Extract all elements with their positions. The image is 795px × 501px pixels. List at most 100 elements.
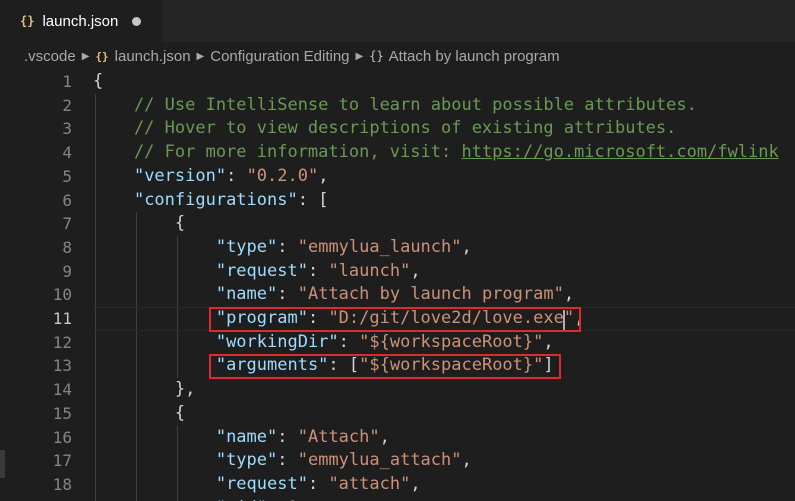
code-token: "workingDir": [215, 331, 339, 352]
code-line[interactable]: 10 "name": "Attach by launch program",: [0, 283, 795, 307]
code-token: ,: [410, 473, 421, 494]
code-line[interactable]: 2 // Use IntelliSense to learn about pos…: [0, 94, 795, 118]
line-number: 4: [62, 143, 72, 163]
code-text: "name": "Attach",: [93, 426, 390, 450]
breadcrumb-section[interactable]: Configuration Editing: [210, 48, 349, 65]
code-line[interactable]: 9 "request": "launch",: [0, 260, 795, 284]
code-text: // For more information, visit: https://…: [93, 141, 779, 165]
code-token: : 0: [267, 498, 298, 501]
code-line[interactable]: 3 // Hover to view descriptions of exist…: [0, 117, 795, 141]
code-text: "request": "attach",: [93, 473, 421, 497]
code-text: {: [93, 70, 103, 94]
line-number: 2: [62, 95, 72, 115]
code-text: "type": "emmylua_launch",: [93, 236, 472, 260]
code-token: "emmylua_launch": [297, 236, 462, 257]
line-number: 18: [52, 474, 72, 494]
code-line[interactable]: 15 {: [0, 402, 795, 426]
unsaved-dot-icon[interactable]: [132, 16, 142, 26]
line-number: 12: [52, 332, 72, 352]
text-cursor: [562, 310, 565, 330]
code-token: "0.2.0": [246, 165, 319, 186]
code-line[interactable]: 6 "configurations": [: [0, 189, 795, 213]
code-text: "request": "launch",: [93, 260, 421, 284]
code-text: "type": "emmylua_attach",: [93, 449, 472, 473]
json-file-icon: {}: [20, 14, 35, 28]
code-token: :: [277, 284, 298, 305]
line-number: 14: [52, 380, 72, 400]
code-token: "launch": [328, 260, 411, 281]
code-token: ,: [563, 284, 575, 305]
code-token: "pid": [216, 498, 267, 501]
code-token: ,: [543, 331, 554, 352]
line-number: 17: [52, 451, 72, 471]
code-line[interactable]: 14 },: [0, 378, 795, 402]
code-line[interactable]: 16 "name": "Attach",: [0, 426, 795, 450]
code-token: https://go.microsoft.com/fwlink: [461, 142, 779, 163]
code-token: "${workspaceRoot}": [359, 331, 544, 352]
code-token: "name": [215, 284, 278, 305]
breadcrumb-file[interactable]: launch.json: [115, 48, 191, 65]
code-token: "type": [215, 450, 278, 471]
code-line[interactable]: 19 "pid": 0: [0, 497, 795, 501]
json-file-icon: {}: [95, 49, 109, 63]
code-token: "request": [215, 260, 308, 281]
code-token: "emmylua_attach": [297, 450, 462, 471]
tab-launch-json[interactable]: {} launch.json: [0, 0, 162, 42]
code-token: {: [93, 402, 186, 423]
code-token: : [: [297, 189, 329, 210]
line-number: 3: [62, 119, 72, 139]
code-token: :: [277, 426, 298, 447]
line-number: 15: [52, 403, 72, 423]
code-line[interactable]: 17 "type": "emmylua_attach",: [0, 449, 795, 473]
code-token: :: [338, 331, 360, 352]
code-line[interactable]: 12 "workingDir": "${workspaceRoot}",: [0, 331, 795, 355]
line-number: 13: [52, 356, 72, 376]
code-text: "workingDir": "${workspaceRoot}",: [93, 331, 554, 355]
code-token: :: [307, 473, 329, 494]
breadcrumb-folder[interactable]: .vscode: [24, 48, 76, 65]
tab-title: launch.json: [42, 12, 119, 30]
code-token: "Attach by launch program": [297, 284, 564, 305]
code-line[interactable]: 1{: [0, 70, 795, 94]
code-text: "name": "Attach by launch program",: [93, 283, 574, 307]
chevron-right-icon: ▶: [81, 50, 90, 62]
code-token: },: [93, 379, 196, 400]
code-line[interactable]: 7 {: [0, 212, 795, 236]
object-icon: {}: [369, 49, 384, 63]
code-token: "configurations": [133, 189, 298, 210]
line-number: 1: [62, 72, 72, 91]
line-number: 5: [62, 166, 72, 186]
code-line[interactable]: 4 // For more information, visit: https:…: [0, 141, 795, 165]
tab-bar: {} launch.json: [0, 0, 795, 42]
code-line[interactable]: 8 "type": "emmylua_launch",: [0, 236, 795, 260]
code-token: :: [226, 165, 247, 186]
breadcrumb-object[interactable]: Attach by launch program: [389, 48, 560, 65]
code-token: "request": [215, 473, 308, 494]
code-token: :: [277, 450, 298, 471]
code-token: :: [277, 236, 298, 257]
code-text: // Use IntelliSense to learn about possi…: [93, 94, 697, 118]
code-text: // Hover to view descriptions of existin…: [93, 117, 676, 141]
code-editor[interactable]: 1{2 // Use IntelliSense to learn about p…: [0, 70, 795, 501]
code-line[interactable]: 5 "version": "0.2.0",: [0, 165, 795, 189]
code-text: "pid": 0: [93, 497, 298, 501]
code-text: {: [93, 402, 185, 426]
code-token: ,: [461, 236, 472, 257]
code-line[interactable]: 18 "request": "attach",: [0, 473, 795, 497]
code-token: "Attach": [297, 426, 380, 447]
line-number: 6: [62, 190, 72, 210]
code-text: },: [93, 378, 195, 402]
code-token: ,: [379, 426, 390, 447]
arguments-highlight-box: [208, 354, 561, 380]
